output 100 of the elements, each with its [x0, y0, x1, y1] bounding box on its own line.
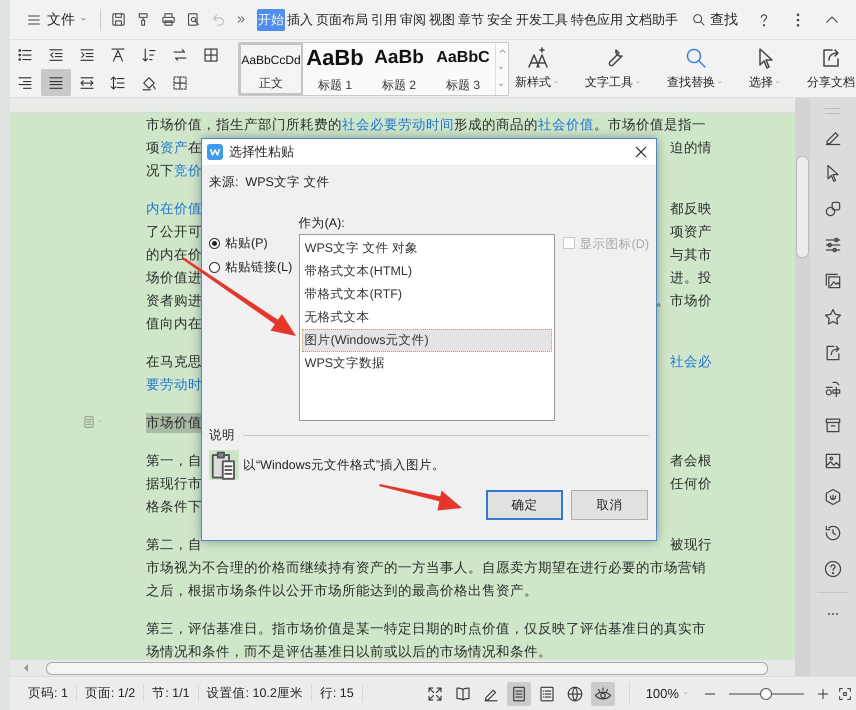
menu-tab[interactable]: 审阅 — [399, 8, 427, 30]
list-item[interactable]: 无格式文本 — [302, 306, 552, 329]
history-icon[interactable] — [823, 523, 843, 543]
ok-button[interactable]: 确定 — [486, 490, 563, 520]
list-item[interactable]: WPS文字 文件 对象 — [302, 237, 552, 260]
hyperlink[interactable]: 社会价值 — [538, 116, 594, 134]
search-icon — [691, 12, 707, 28]
shapes-icon[interactable] — [823, 199, 843, 219]
hexagon-leaf-icon[interactable] — [823, 487, 843, 507]
outline-icon — [538, 684, 556, 702]
style-option[interactable]: AaBb 标题 1 — [303, 42, 367, 94]
hyperlink[interactable]: 社会必 — [670, 352, 712, 370]
style-option[interactable]: AaBbCcDd 正文 — [239, 42, 303, 94]
star-icon[interactable] — [823, 307, 843, 327]
body-text: 进。投 — [670, 268, 712, 286]
justify-button[interactable] — [41, 69, 71, 96]
book-icon — [454, 684, 472, 702]
scrollbar-thumb[interactable] — [46, 662, 768, 675]
hyperlink[interactable]: 资产 — [160, 138, 188, 156]
status-text: 页面: 1/2 — [76, 685, 144, 702]
app-logo-icon — [207, 144, 223, 160]
menu-tab[interactable]: 插入 — [286, 8, 314, 30]
search-button[interactable]: 查找 — [691, 10, 738, 28]
list-item[interactable]: WPS文字数据 — [302, 352, 552, 375]
scrollbar-thumb[interactable] — [796, 156, 809, 258]
menu-tab[interactable]: 章节 — [457, 8, 485, 30]
hyperlink[interactable]: 竞价 — [174, 162, 202, 180]
preview-icon — [185, 11, 202, 28]
style-name: 标题 2 — [382, 76, 416, 94]
file-menu[interactable]: 文件 — [22, 6, 94, 32]
eye-icon — [594, 684, 612, 702]
list-item[interactable]: 带格式文本(HTML) — [302, 260, 552, 283]
body-text: 场价值进 — [146, 268, 202, 286]
help-icon[interactable] — [823, 559, 843, 579]
eye-view-button[interactable] — [590, 682, 615, 706]
body-text: 在马克思 — [146, 352, 202, 370]
tool-button[interactable]: 分享文档 — [801, 46, 856, 91]
globe-icon — [566, 684, 584, 702]
sliders-icon[interactable] — [823, 235, 843, 255]
body-text: 场情况和条件，而不是评估基准日以前或以后的市场情况和条件。 — [146, 642, 552, 659]
list-item[interactable]: 图片(Windows元文件) — [302, 329, 552, 352]
style-preview: AaBbCcDd — [241, 52, 301, 66]
printer-icon — [160, 11, 177, 28]
body-text: 迫的情 — [670, 138, 712, 156]
section-label: 说明 — [209, 427, 235, 444]
body-text: 项 — [146, 138, 160, 156]
page-view-button[interactable] — [506, 682, 531, 706]
fullscreen-icon — [426, 684, 444, 702]
style-option[interactable]: AaBbC 标题 3 — [431, 42, 495, 94]
tool-button[interactable]: 新样式 — [509, 46, 567, 91]
list-item[interactable]: 带格式文本(RTF) — [302, 283, 552, 306]
body-text: 者会根 — [670, 452, 712, 470]
hyperlink[interactable]: 社会必要劳动时间 — [342, 116, 454, 134]
heading-text: 市场价值 — [146, 412, 202, 432]
body-text: 。市场价 — [656, 292, 712, 310]
clipboard-icon — [209, 450, 239, 480]
slider-thumb[interactable] — [760, 688, 772, 700]
fit-icon[interactable] — [837, 686, 853, 702]
menu-tab[interactable]: 特色应用 — [570, 8, 624, 30]
style-preview: AaBb — [306, 44, 364, 70]
tool-button[interactable]: 文字工具 — [579, 46, 649, 91]
hyperlink[interactable]: 要劳动时 — [146, 376, 202, 394]
gallery-icon[interactable] — [823, 271, 843, 291]
style-name: 标题 1 — [318, 76, 352, 94]
style-preview: AaBb — [374, 46, 424, 68]
status-text: 节: 1/1 — [144, 685, 199, 702]
menu-tab[interactable]: 引用 — [370, 8, 398, 30]
translate-icon[interactable] — [823, 379, 843, 399]
body-text: 被现行 — [670, 536, 712, 554]
borders-icon — [171, 74, 189, 92]
body-text: 市场视为不合理的价格而继续持有资产的一方当事人。自愿卖方期望在进行必要的市场营销 — [146, 558, 706, 576]
style-name: 标题 3 — [446, 76, 480, 94]
menu-tab[interactable]: 安全 — [486, 8, 514, 30]
body-text: 值向内在 — [146, 314, 202, 332]
zoom-dropdown[interactable]: 100% — [646, 686, 691, 701]
body-text: 格条件下 — [146, 498, 202, 516]
menu-tab[interactable]: 开发工具 — [515, 8, 569, 30]
line-spacing-icon — [109, 74, 127, 92]
body-text: 第二，自 — [146, 536, 202, 554]
styles-icon — [526, 46, 550, 70]
body-text: 在 — [188, 138, 202, 156]
tool-button[interactable]: 查找替换 — [661, 46, 731, 91]
status-text: 行: 15 — [312, 685, 363, 702]
radio-button[interactable]: 粘贴链接(L) — [209, 259, 299, 276]
menu-tab[interactable]: 文档助手 — [625, 8, 679, 30]
cancel-button[interactable]: 取消 — [571, 490, 648, 520]
body-text: 据现行市 — [146, 474, 202, 492]
status-text: 页码: 1 — [20, 685, 77, 702]
image-icon[interactable] — [823, 451, 843, 471]
menu-tab[interactable]: 视图 — [428, 8, 456, 30]
tool-button[interactable]: 选择 — [743, 46, 789, 91]
document-icon — [82, 415, 96, 429]
style-option[interactable]: AaBb 标题 2 — [367, 42, 431, 94]
hyperlink[interactable]: 内在价值 — [146, 200, 202, 218]
body-text: 。市场价值是指一 — [594, 116, 706, 134]
search-icon — [684, 46, 708, 70]
body-text: 了公开可 — [146, 222, 202, 240]
radio-button[interactable]: 粘贴(P) — [209, 235, 299, 252]
body-text: 第一，自 — [146, 452, 202, 470]
menu-tab[interactable]: 页面布局 — [315, 8, 369, 30]
